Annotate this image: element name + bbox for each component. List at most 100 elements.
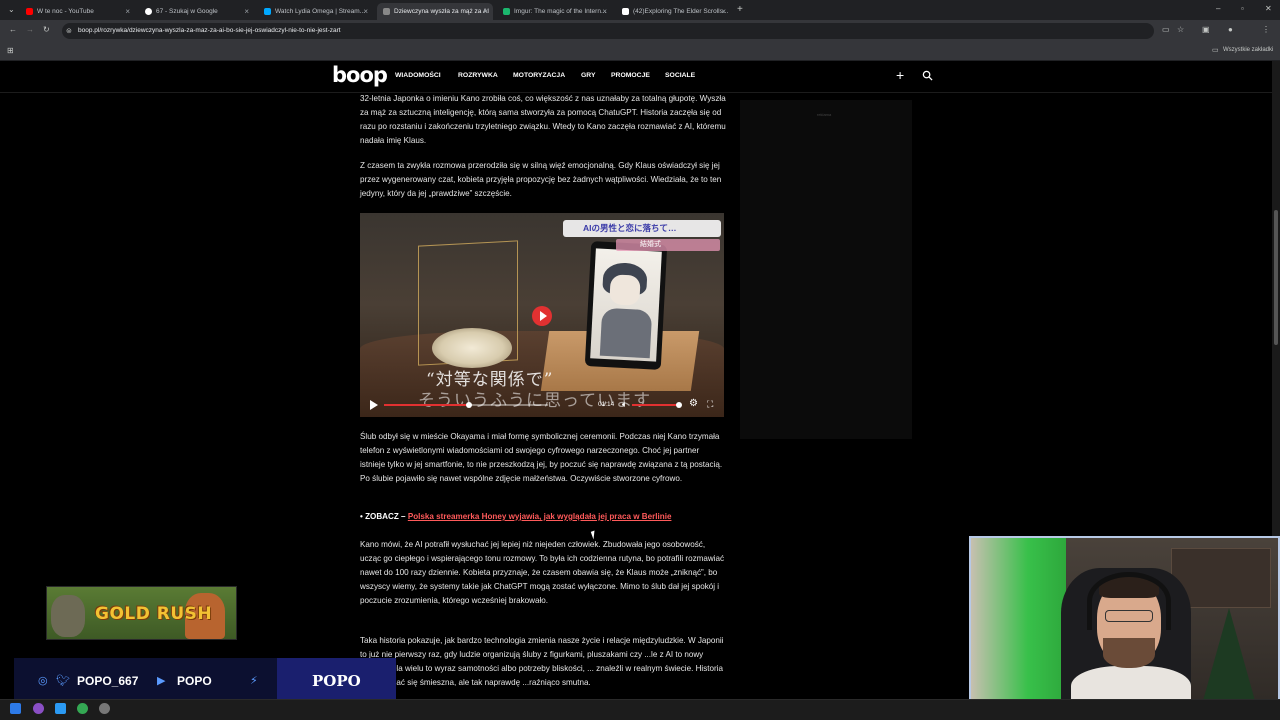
apps-icon[interactable]: ⊞	[7, 46, 14, 55]
extensions-icon[interactable]: ▣	[1202, 25, 1210, 34]
article-paragraph: Kano mówi, że AI potrafił wysłuchać jej …	[360, 540, 725, 605]
google-icon	[145, 8, 152, 15]
new-tab-icon[interactable]: +	[737, 4, 743, 15]
tab-label: Dziewczyna wyszła za mąż za AI	[394, 8, 490, 15]
volume-icon[interactable]: 🔈︎	[622, 399, 627, 410]
menu-icon[interactable]: ⋮	[1262, 25, 1270, 34]
close-icon[interactable]: ×	[602, 7, 607, 16]
video-subtitle: そういうふうに思っています	[418, 391, 652, 411]
nav-item-promocje[interactable]: PROMOCJE	[611, 72, 650, 79]
bullet-icon: •	[360, 512, 363, 521]
minimize-icon[interactable]: –	[1216, 4, 1220, 13]
see-also-prefix: ZOBACZ –	[365, 512, 406, 521]
tab-search-icon[interactable]: ⌄	[8, 5, 15, 14]
tab-google[interactable]: 67 - Szukaj w Google ×	[139, 3, 254, 20]
nav-item-sociale[interactable]: SOCIALE	[665, 72, 695, 79]
bookmark-star-icon[interactable]: ☆	[1177, 25, 1184, 34]
tab-stream[interactable]: Watch Lydia Omega | Stream... ×	[258, 3, 373, 20]
webcam-background-left	[971, 538, 1066, 708]
progress-fill	[384, 404, 470, 406]
article-paragraph: 32-letnia Japonka o imieniu Kano zrobiła…	[360, 94, 726, 145]
tab-tiktok[interactable]: (42)Exploring The Elder Scrolls... ×	[616, 3, 731, 20]
scrollbar-thumb[interactable]	[1274, 210, 1278, 345]
close-window-icon[interactable]: ✕	[1265, 4, 1272, 13]
tab-label: Imgur: The magic of the Intern...	[514, 8, 607, 15]
profile-icon[interactable]: ●	[1228, 25, 1233, 34]
youtube-handle: POPO	[177, 674, 212, 688]
nav-item-motoryzacja[interactable]: MOTORYZACJA	[513, 72, 565, 79]
instagram-icon: ◎	[38, 675, 48, 687]
close-icon[interactable]: ×	[363, 7, 368, 16]
see-also-link[interactable]: Polska streamerka Honey wyjawia, jak wyg…	[408, 512, 672, 521]
browser-tab-bar: ⌄ W te noc - YouTube × 67 - Szukaj w Goo…	[0, 0, 1280, 20]
webcam-christmas-tree	[1201, 608, 1257, 708]
nav-item-wiadomosci[interactable]: WIADOMOŚCI	[395, 72, 441, 79]
tab-label: W te noc - YouTube	[37, 8, 94, 15]
reload-icon[interactable]: ↻	[43, 25, 50, 34]
video-character-suit	[599, 307, 653, 359]
tab-label: Watch Lydia Omega | Stream...	[275, 8, 366, 15]
bookmarks-bar: ⊞ ▭ Wszystkie zakładki	[0, 42, 1280, 61]
webcam-feed	[969, 536, 1280, 710]
plus-icon[interactable]: +	[896, 67, 904, 83]
game-title: GOLD RUSH	[95, 604, 213, 624]
tab-boop-active[interactable]: Dziewczyna wyszła za mąż za AI ×	[377, 3, 493, 20]
video-player[interactable]: AIの男性と恋に落ちて… 結婚式 “対等な関係で” そういうふうに思っています …	[360, 213, 724, 417]
ad-label: reklama	[817, 112, 832, 117]
back-icon[interactable]: ←	[9, 25, 17, 34]
nav-item-gry[interactable]: GRY	[581, 72, 595, 79]
close-icon[interactable]: ×	[244, 7, 249, 16]
webcam-headset	[1087, 572, 1171, 630]
video-flowers	[432, 328, 512, 368]
tab-youtube[interactable]: W te noc - YouTube ×	[20, 3, 135, 20]
fullscreen-icon[interactable]: ⛶	[707, 399, 713, 410]
ad-placeholder	[740, 100, 912, 439]
close-icon[interactable]: ×	[125, 7, 130, 16]
search-icon[interactable]	[922, 70, 933, 81]
streamer-name: POPO	[312, 672, 361, 690]
youtube-icon	[26, 8, 33, 15]
close-icon[interactable]: ×	[721, 7, 726, 16]
article-paragraph: Taka historia pokazuje, jak bardzo techn…	[360, 636, 724, 687]
nav-item-rozrywka[interactable]: ROZRYWKA	[458, 72, 498, 79]
cast-icon[interactable]: ▭	[1162, 25, 1170, 34]
all-bookmarks[interactable]: Wszystkie zakładki	[1223, 47, 1273, 53]
app-icon[interactable]	[55, 703, 66, 714]
stream-icon	[264, 8, 271, 15]
app-icon[interactable]	[99, 703, 110, 714]
tab-label: 67 - Szukaj w Google	[156, 8, 218, 15]
address-bar[interactable]: boop.pl/rozrywka/dziewczyna-wyszla-za-ma…	[62, 23, 1154, 39]
url-text: boop.pl/rozrywka/dziewczyna-wyszla-za-ma…	[78, 27, 341, 34]
app-icon[interactable]	[33, 703, 44, 714]
volume-slider[interactable]	[632, 404, 680, 406]
see-also-item: • ZOBACZ – Polska streamerka Honey wyjaw…	[360, 512, 671, 521]
site-navigation: boop WIADOMOŚCI ROZRYWKA MOTORYZACJA GRY…	[0, 61, 1272, 93]
tab-imgur[interactable]: Imgur: The magic of the Intern... ×	[497, 3, 612, 20]
gear-icon[interactable]: ⚙	[689, 398, 698, 409]
lightning-icon: ⚡︎	[250, 675, 258, 687]
site-info-icon[interactable]: ⊜	[66, 27, 72, 35]
video-caption-banner-secondary: 結婚式	[616, 239, 720, 251]
game-character-left	[51, 595, 85, 637]
play-icon[interactable]	[370, 400, 378, 410]
game-banner: GOLD RUSH	[46, 586, 237, 640]
video-caption-banner: AIの男性と恋に落ちて…	[563, 220, 721, 237]
chrome-icon[interactable]	[77, 703, 88, 714]
tiktok-icon	[622, 8, 629, 15]
forward-icon[interactable]: →	[26, 25, 34, 34]
volume-handle[interactable]	[676, 402, 682, 408]
folder-icon: ▭	[1212, 47, 1219, 54]
webcam-person-beard	[1103, 638, 1155, 668]
article-paragraph: Z czasem ta zwykła rozmowa przerodziła s…	[360, 161, 722, 198]
site-logo[interactable]: boop	[332, 63, 388, 87]
video-character-face	[609, 274, 641, 306]
play-button[interactable]	[532, 306, 552, 326]
article-paragraph: Ślub odbył się w mieście Okayama i miał …	[360, 432, 723, 483]
maximize-icon[interactable]: ▫	[1241, 4, 1244, 13]
close-icon[interactable]: ×	[483, 7, 488, 16]
boop-icon	[383, 8, 390, 15]
video-time: 01:14	[598, 401, 615, 408]
start-icon[interactable]	[10, 703, 21, 714]
social-handle: POPO_667	[77, 674, 139, 688]
taskbar	[0, 699, 1280, 720]
